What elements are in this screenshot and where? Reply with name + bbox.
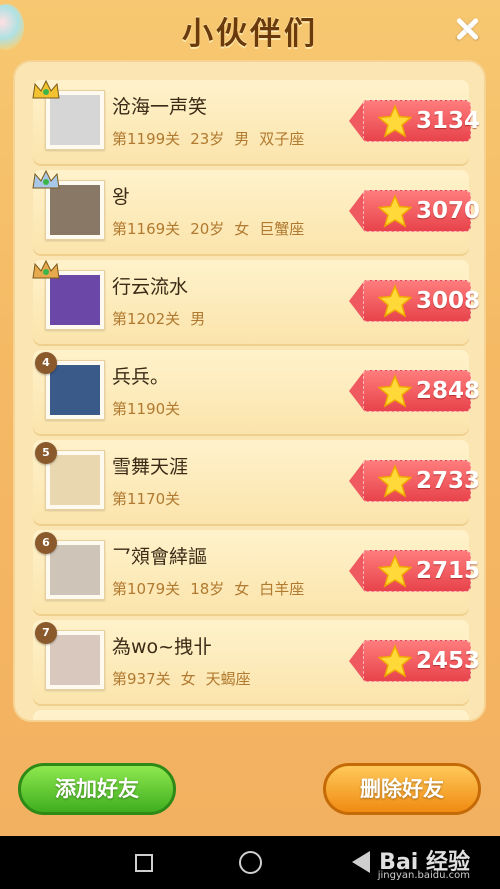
- friend-row[interactable]: 4 兵兵。第1190关 2848: [33, 350, 480, 434]
- star-icon: [377, 194, 413, 228]
- star-icon: [377, 104, 413, 138]
- friend-level: 第1202关: [112, 310, 181, 328]
- friend-score: 2715: [416, 558, 481, 584]
- star-icon: [377, 644, 413, 678]
- score-tag: 3134: [349, 100, 480, 142]
- score-tag: 2715: [349, 550, 480, 592]
- friend-info: 第1202关男: [112, 308, 215, 329]
- friend-level: 第1190关: [112, 400, 181, 418]
- avatar-photo: [50, 455, 100, 505]
- back-icon[interactable]: [352, 851, 370, 873]
- friend-age: 20岁: [190, 220, 225, 238]
- avatar-photo: [50, 275, 100, 325]
- friend-sign: 双子座: [259, 130, 305, 148]
- friend-row-partial[interactable]: [33, 710, 469, 720]
- friend-row[interactable]: 沧海一声笑第1199关 23岁男双子座 3134: [31, 78, 480, 164]
- star-icon: [377, 284, 413, 318]
- friend-info: 第1190关: [112, 398, 190, 419]
- score-tag-body: 3008: [363, 280, 480, 322]
- friend-gender: 女: [180, 670, 196, 688]
- friend-gender: 女: [234, 580, 250, 598]
- score-tag: 2848: [349, 370, 480, 412]
- star-icon: [377, 464, 413, 498]
- score-tag-body: 2453: [363, 640, 480, 682]
- friend-level: 第1079关: [112, 580, 181, 598]
- avatar-photo: [50, 185, 100, 235]
- friend-sign: 白羊座: [259, 580, 305, 598]
- friend-row[interactable]: 7 為wo~拽卝第937关女天蝎座 2453: [33, 620, 480, 704]
- friend-list-panel[interactable]: 沧海一声笑 第1199关 23岁男双子座 3134 왕 第1169关 20岁女巨蟹座 3070…: [13, 60, 486, 722]
- friend-info: 第1170关: [112, 488, 190, 509]
- crown-icon: [31, 168, 61, 192]
- avatar-photo: [50, 635, 100, 685]
- friend-age: 18岁: [190, 580, 225, 598]
- friend-score: 3134: [416, 108, 481, 134]
- friend-score: 3070: [416, 198, 481, 224]
- recent-apps-icon[interactable]: [135, 854, 153, 872]
- friend-gender: 男: [190, 310, 206, 328]
- friend-score: 2453: [416, 648, 481, 674]
- friend-info: 第937关女天蝎座: [112, 668, 261, 689]
- avatar-photo: [50, 365, 100, 415]
- score-tag-body: 2848: [363, 370, 480, 412]
- friend-info: 第1079关 18岁女白羊座: [112, 578, 314, 599]
- friend-level: 第1199关: [112, 130, 181, 148]
- friend-score: 2848: [416, 378, 481, 404]
- friend-score: 2733: [416, 468, 481, 494]
- friend-gender: 男: [234, 130, 250, 148]
- score-tag-body: 2733: [363, 460, 480, 502]
- friend-row[interactable]: 行云流水第1202关男 3008: [31, 258, 480, 344]
- friend-name: 沧海一声笑: [112, 96, 208, 118]
- avatar-photo: [50, 95, 100, 145]
- friend-name: 行云流水: [112, 276, 189, 298]
- rank-badge: 7: [35, 622, 57, 644]
- friend-info: 第1169关 20岁女巨蟹座: [112, 218, 314, 239]
- delete-friend-button[interactable]: 删除好友: [323, 763, 481, 815]
- avatar-photo: [50, 545, 100, 595]
- friend-name: 兵兵。: [112, 366, 170, 388]
- add-friend-button[interactable]: 添加好友: [18, 763, 176, 815]
- star-icon: [377, 554, 413, 588]
- crown-icon: [31, 258, 61, 282]
- score-tag-body: 3070: [363, 190, 480, 232]
- friend-gender: 女: [234, 220, 250, 238]
- friend-age: 23岁: [190, 130, 225, 148]
- score-tag: 2453: [349, 640, 480, 682]
- score-tag-body: 3134: [363, 100, 480, 142]
- friend-name: 乛頝會緈謳: [112, 546, 208, 568]
- watermark-url: jingyan.baidu.com: [377, 870, 470, 881]
- page-title: 小伙伴们: [182, 16, 318, 52]
- friend-level: 第1170关: [112, 490, 181, 508]
- friend-score: 3008: [416, 288, 481, 314]
- crown-icon: [31, 78, 61, 102]
- friend-sign: 天蝎座: [205, 670, 251, 688]
- rank-badge: 5: [35, 442, 57, 464]
- close-icon[interactable]: [452, 14, 482, 44]
- header: 小伙伴们: [0, 0, 500, 58]
- friend-name: 為wo~拽卝: [112, 636, 213, 658]
- friend-level: 第937关: [112, 670, 171, 688]
- rank-badge: 6: [35, 532, 57, 554]
- friend-level: 第1169关: [112, 220, 181, 238]
- friend-row[interactable]: 6 乛頝會緈謳第1079关 18岁女白羊座 2715: [33, 530, 480, 614]
- friend-info: 第1199关 23岁男双子座: [112, 128, 314, 149]
- score-tag-body: 2715: [363, 550, 480, 592]
- friend-name: 雪舞天涯: [112, 456, 189, 478]
- system-nav-bar: Bai 经验 jingyan.baidu.com: [0, 836, 500, 889]
- home-icon[interactable]: [239, 851, 262, 874]
- friend-row[interactable]: 5 雪舞天涯第1170关 2733: [33, 440, 480, 524]
- score-tag: 2733: [349, 460, 480, 502]
- star-icon: [377, 374, 413, 408]
- friend-sign: 巨蟹座: [259, 220, 305, 238]
- rank-badge: 4: [35, 352, 57, 374]
- score-tag: 3008: [349, 280, 480, 322]
- score-tag: 3070: [349, 190, 480, 232]
- friend-row[interactable]: 왕 第1169关 20岁女巨蟹座 3070: [31, 168, 480, 254]
- friend-name: 왕: [112, 186, 130, 208]
